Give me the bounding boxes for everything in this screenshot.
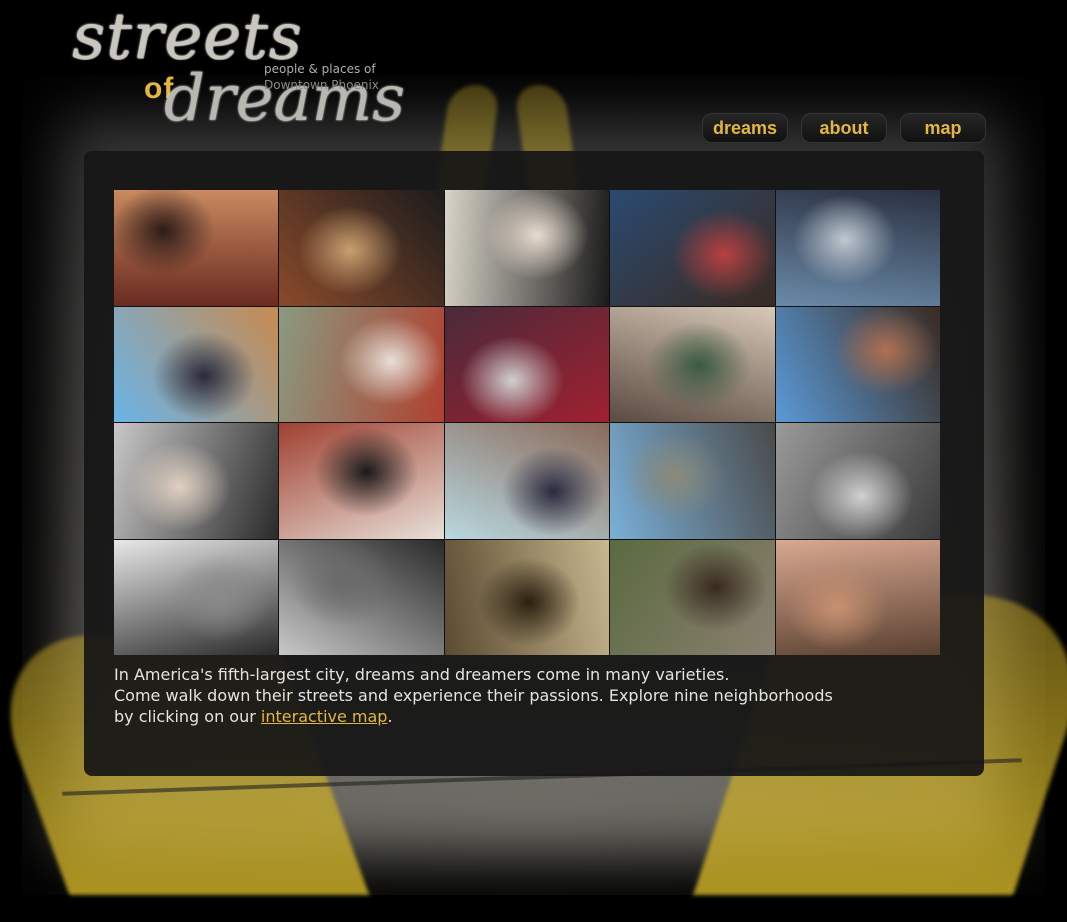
photo-tile-house-and-highrise[interactable] bbox=[279, 539, 444, 655]
photo-tile-pharmacy-sign[interactable] bbox=[114, 306, 279, 422]
intro-line-3-prefix: by clicking on our bbox=[114, 707, 261, 726]
interactive-map-link[interactable]: interactive map bbox=[261, 707, 388, 726]
photo-tile-mask-sculpture[interactable] bbox=[279, 423, 444, 539]
photo-tile-man-in-striped-shirt[interactable] bbox=[775, 190, 940, 306]
photo-tile-man-with-glasses[interactable] bbox=[114, 539, 279, 655]
photo-tile-light-rail-train[interactable] bbox=[610, 423, 775, 539]
photo-tile-man-under-tent[interactable] bbox=[114, 423, 279, 539]
intro-line-1: In America's fifth-largest city, dreams … bbox=[114, 665, 730, 684]
photo-tile-chandelier[interactable] bbox=[444, 539, 610, 655]
photo-tile-man-with-photos[interactable] bbox=[114, 190, 279, 306]
photo-tile-public-market-building[interactable] bbox=[444, 306, 610, 422]
photo-grid bbox=[114, 190, 940, 655]
photo-tile-bungalow-house[interactable] bbox=[775, 306, 940, 422]
photo-tile-seamstress-at-sewing-machine[interactable] bbox=[610, 306, 775, 422]
photo-tile-record-turntable[interactable] bbox=[279, 190, 444, 306]
photo-tile-two-men-portrait[interactable] bbox=[775, 423, 940, 539]
photo-tile-beheaded-sign[interactable] bbox=[610, 190, 775, 306]
nav-map-button[interactable]: map bbox=[900, 113, 986, 143]
site-logo[interactable]: streets of dreams people & places of Dow… bbox=[60, 0, 420, 156]
photo-tile-woman-with-glasses[interactable] bbox=[775, 539, 940, 655]
logo-tagline-1: people & places of bbox=[264, 62, 376, 76]
photo-tile-artist-with-mural[interactable] bbox=[279, 306, 444, 422]
intro-line-2: Come walk down their streets and experie… bbox=[114, 686, 833, 705]
nav-dreams-button[interactable]: dreams bbox=[702, 113, 788, 143]
intro-text: In America's fifth-largest city, dreams … bbox=[114, 664, 874, 727]
photo-tile-dancing-couple[interactable] bbox=[444, 423, 610, 539]
nav-about-button[interactable]: about bbox=[801, 113, 887, 143]
content-panel: In America's fifth-largest city, dreams … bbox=[84, 151, 984, 776]
photo-tile-cactus[interactable] bbox=[610, 539, 775, 655]
logo-tagline-2: Downtown Phoenix bbox=[264, 78, 379, 92]
intro-line-3-suffix: . bbox=[387, 707, 393, 726]
photo-tile-veteran-with-cap[interactable] bbox=[444, 190, 610, 306]
